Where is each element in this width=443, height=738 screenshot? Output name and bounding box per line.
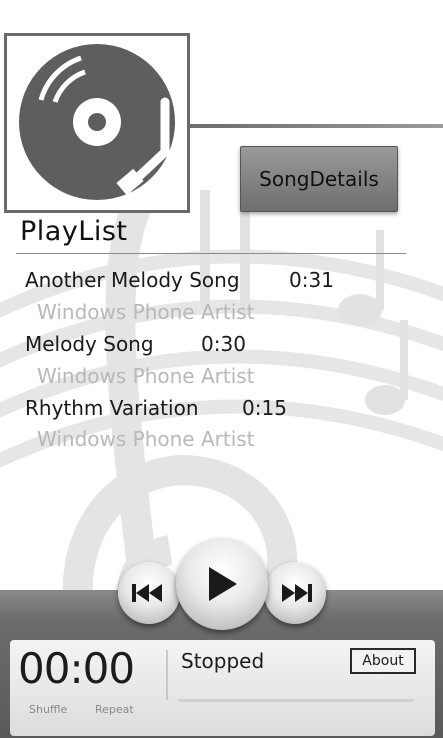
playback-status: Stopped <box>181 649 265 673</box>
song-duration: 0:15 <box>242 396 287 420</box>
next-button[interactable] <box>264 562 326 624</box>
about-button[interactable]: About <box>350 648 416 674</box>
player-divider <box>166 650 168 700</box>
next-track-icon <box>282 584 312 602</box>
previous-track-icon <box>132 584 162 602</box>
playlist-title: PlayList <box>20 216 128 247</box>
shuffle-button[interactable]: Shuffle <box>29 703 67 716</box>
song-title[interactable]: Another Melody Song <box>25 268 240 292</box>
song-details-button[interactable]: SongDetails <box>240 146 398 212</box>
repeat-button[interactable]: Repeat <box>95 703 134 716</box>
song-artist: Windows Phone Artist <box>37 364 255 388</box>
song-artist: Windows Phone Artist <box>37 300 255 324</box>
previous-button[interactable] <box>118 562 180 624</box>
song-duration: 0:30 <box>201 332 246 356</box>
header-divider <box>190 124 443 128</box>
album-art <box>4 33 190 213</box>
vinyl-record-icon <box>19 44 175 200</box>
song-title[interactable]: Rhythm Variation <box>25 396 199 420</box>
play-button[interactable] <box>176 538 268 630</box>
elapsed-time: 00:00 <box>18 644 135 693</box>
progress-bar[interactable] <box>178 699 414 702</box>
song-title[interactable]: Melody Song <box>25 332 154 356</box>
play-icon <box>209 567 237 601</box>
playlist-divider <box>16 253 406 254</box>
song-artist: Windows Phone Artist <box>37 427 255 451</box>
song-duration: 0:31 <box>289 268 334 292</box>
